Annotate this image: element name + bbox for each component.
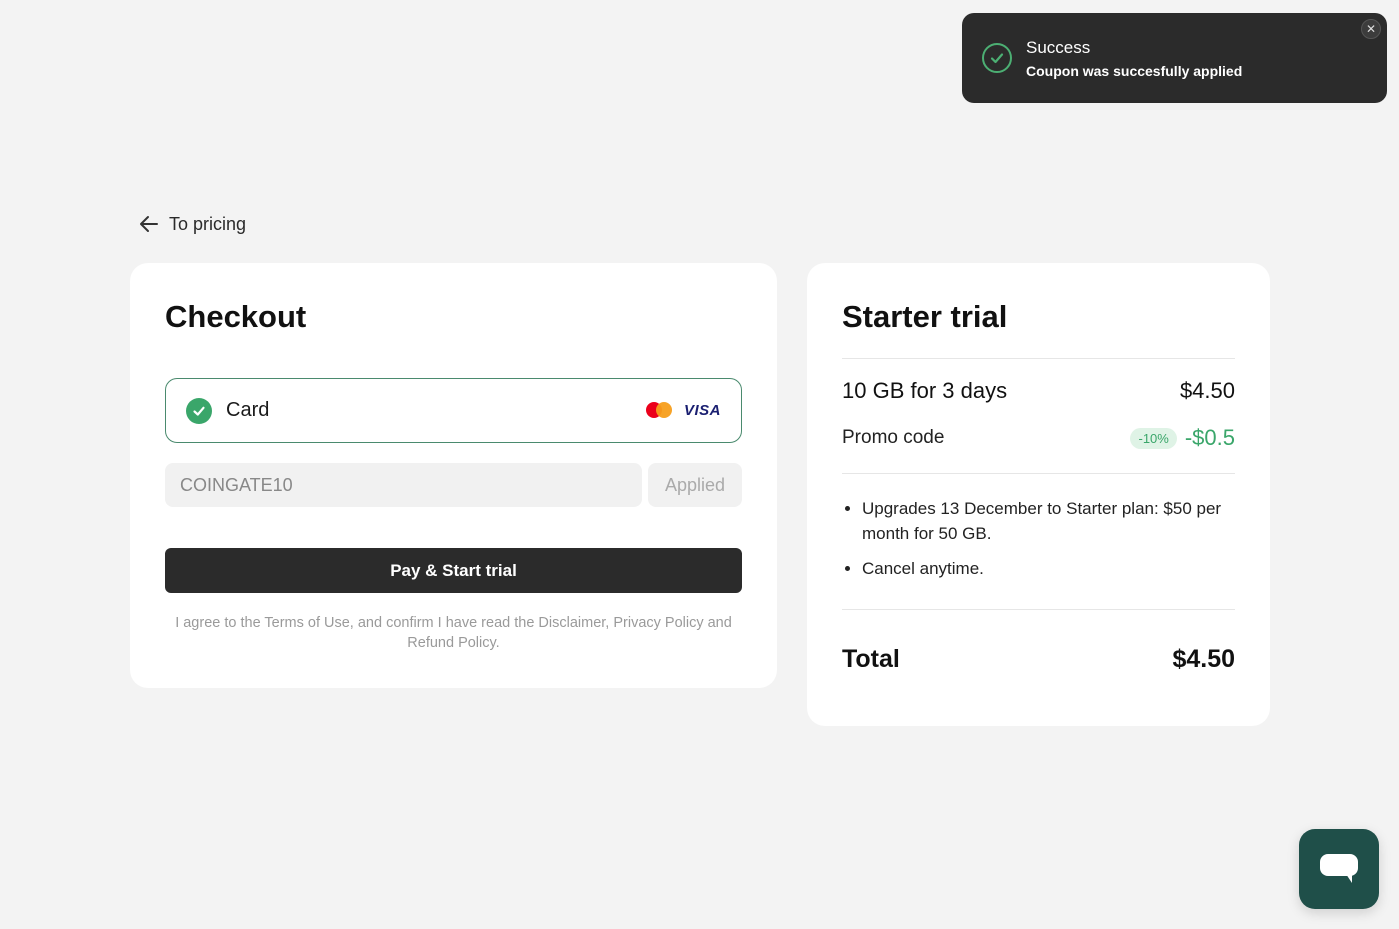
total-label: Total: [842, 645, 900, 673]
payment-option-label: Card: [226, 399, 270, 421]
arrow-left-icon: [140, 216, 158, 232]
check-icon: [186, 397, 212, 424]
plan-item-label: 10 GB for 3 days: [842, 378, 1008, 403]
back-to-pricing-link[interactable]: To pricing: [138, 210, 246, 238]
chat-support-button[interactable]: [1299, 829, 1379, 909]
card-brand-logos: VISA: [645, 401, 721, 419]
visa-logo: VISA: [683, 401, 721, 419]
terms-text: I agree to the Terms of Use, and confirm…: [175, 615, 732, 651]
discount-badge: -10%: [1130, 427, 1177, 449]
success-toast: Success Coupon was succesfully applied ✕: [962, 13, 1387, 103]
chat-bubble-icon: [1320, 854, 1358, 883]
promo-label: Promo code: [842, 427, 945, 448]
close-icon[interactable]: ✕: [1361, 19, 1381, 39]
apply-promo-button[interactable]: Applied: [648, 463, 742, 507]
promo-row: Promo code -10% -$0.5: [842, 425, 1235, 451]
discount-amount: -$0.5: [1184, 425, 1235, 450]
divider: [842, 473, 1235, 474]
toast-title: Success: [1026, 37, 1091, 57]
toast-message: Coupon was succesfully applied: [1026, 62, 1243, 79]
payment-option-card[interactable]: Card VISA: [165, 378, 742, 443]
order-summary-card: Starter trial 10 GB for 3 days $4.50 Pro…: [807, 263, 1270, 726]
back-link-label: To pricing: [169, 213, 247, 234]
plan-item-price: $4.50: [1179, 378, 1235, 403]
checkout-title: Checkout: [165, 299, 307, 334]
plan-details-list: Upgrades 13 December to Starter plan: $5…: [862, 496, 1232, 591]
list-item: Upgrades 13 December to Starter plan: $5…: [862, 496, 1232, 546]
total-value: $4.50: [1172, 645, 1235, 673]
plan-title: Starter trial: [842, 299, 1008, 334]
promo-code-input[interactable]: [165, 463, 642, 507]
check-circle-icon: [982, 43, 1012, 73]
checkout-card: Checkout Card VISA Applied Pay & Start t…: [130, 263, 777, 688]
list-item: Cancel anytime.: [862, 556, 1232, 581]
divider: [842, 609, 1235, 610]
divider: [842, 358, 1235, 359]
total-row: Total $4.50: [842, 645, 1235, 674]
pay-start-trial-button[interactable]: Pay & Start trial: [165, 548, 742, 593]
plan-item-row: 10 GB for 3 days $4.50: [842, 378, 1235, 404]
mastercard-logo: [645, 401, 674, 419]
